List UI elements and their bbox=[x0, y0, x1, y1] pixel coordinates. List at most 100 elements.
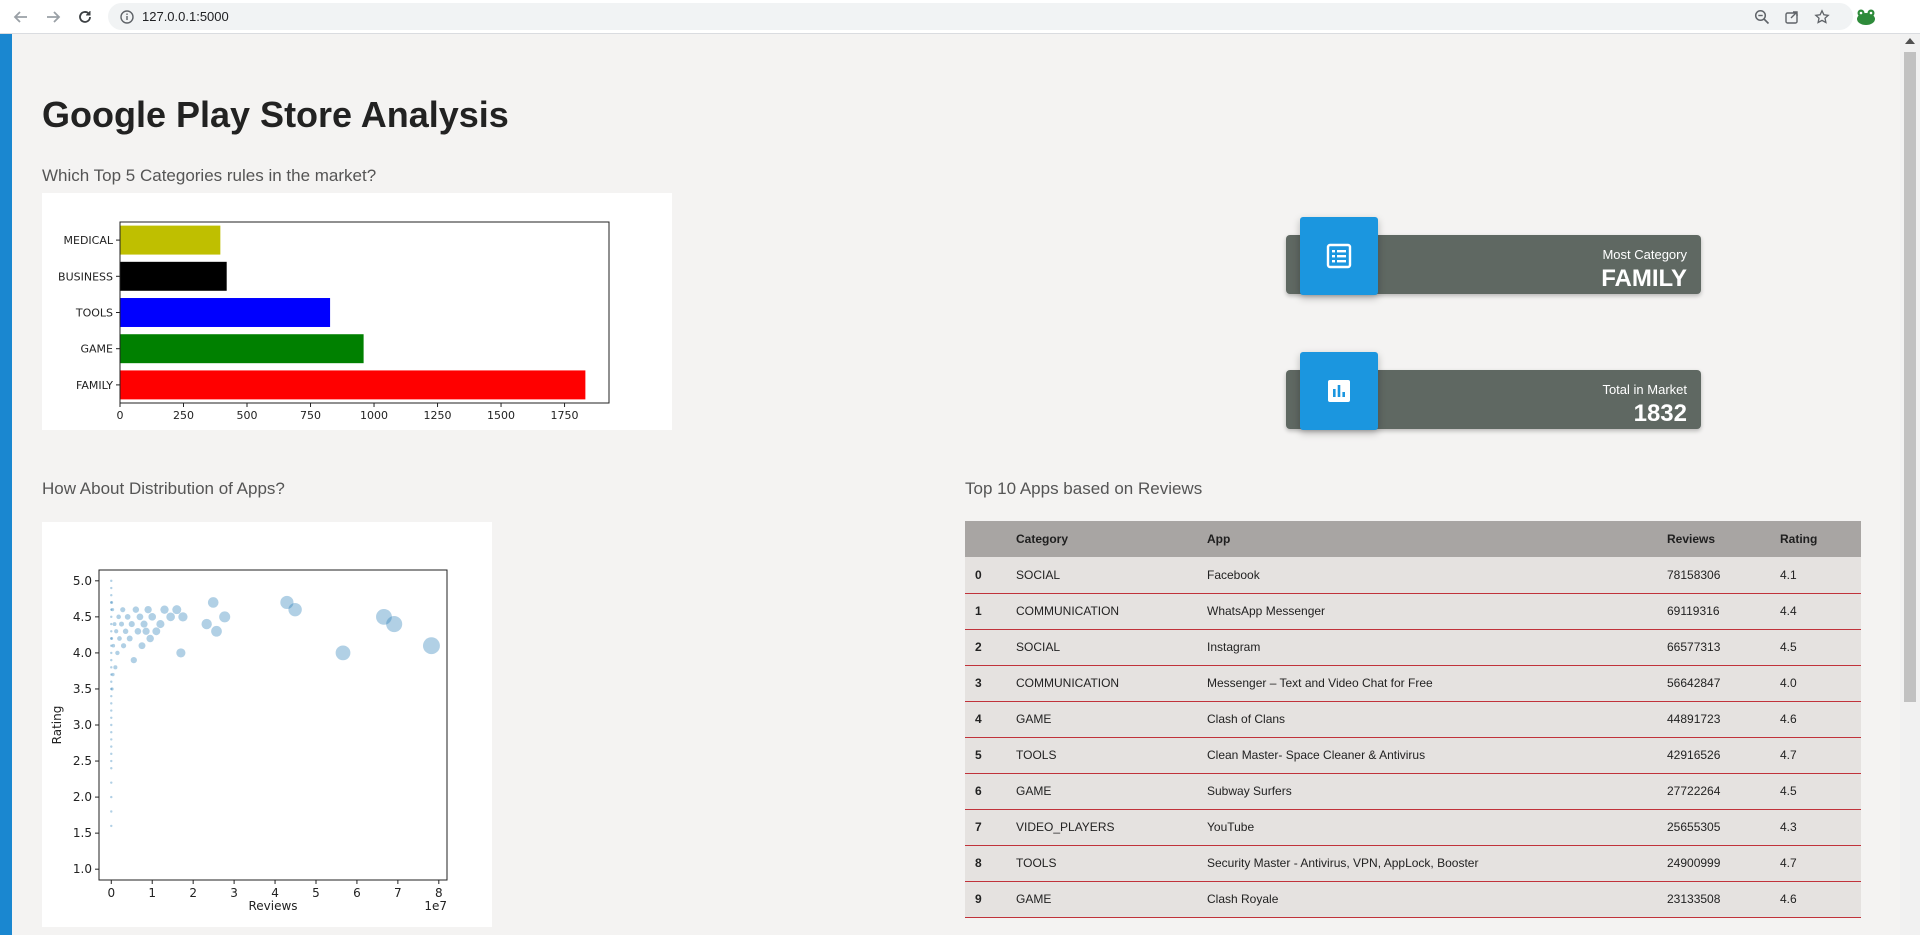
column-header-category: Category bbox=[1016, 532, 1069, 546]
scatter-point bbox=[110, 687, 113, 691]
row-app: WhatsApp Messenger bbox=[1207, 604, 1326, 618]
row-app: Clean Master- Space Cleaner & Antivirus bbox=[1207, 748, 1426, 762]
row-category: GAME bbox=[1016, 784, 1052, 798]
row-app: Facebook bbox=[1207, 567, 1260, 582]
row-category: COMMUNICATION bbox=[1016, 604, 1120, 618]
zoom-icon[interactable] bbox=[1753, 8, 1771, 26]
forward-arrow-icon[interactable] bbox=[41, 5, 65, 29]
bar-chart-svg: FAMILY GAME TOOLS BUSINESS MEDICAL 0 250 500 750… bbox=[58, 221, 610, 422]
table-row: 1 COMMUNICATION WhatsApp Messenger 69119… bbox=[965, 593, 1861, 629]
scatter-point bbox=[335, 645, 351, 661]
scatter-point bbox=[376, 608, 392, 625]
row-rating: 4.6 bbox=[1780, 892, 1797, 906]
scatter-point bbox=[110, 630, 113, 633]
y-tick-label: TOOLS bbox=[75, 307, 113, 320]
scatter-point bbox=[110, 586, 113, 590]
most-category-label: Most Category bbox=[1602, 247, 1687, 262]
row-app: Clash Royale bbox=[1207, 892, 1279, 906]
total-in-market-label: Total in Market bbox=[1602, 382, 1687, 397]
address-bar[interactable]: 127.0.0.1:5000 bbox=[108, 3, 1853, 30]
row-reviews: 42916526 bbox=[1667, 748, 1721, 762]
table-row: 4 GAME Clash of Clans 44891723 4.6 bbox=[965, 701, 1861, 737]
scatter-point bbox=[201, 618, 212, 630]
scatter-point bbox=[219, 611, 231, 623]
row-index: 8 bbox=[975, 856, 982, 870]
url-text[interactable]: 127.0.0.1:5000 bbox=[142, 9, 229, 24]
table-row: 5 TOOLS Clean Master- Space Cleaner & An… bbox=[965, 737, 1861, 773]
scatter-point bbox=[122, 628, 129, 635]
row-rating: 4.5 bbox=[1780, 784, 1797, 798]
scatter-point bbox=[110, 745, 113, 748]
info-icon[interactable] bbox=[118, 8, 136, 26]
row-reviews: 24900999 bbox=[1667, 856, 1721, 870]
back-arrow-icon[interactable] bbox=[9, 5, 33, 29]
x-axis-offset-label: 1e7 bbox=[424, 899, 447, 913]
table-row: 2 SOCIAL Instagram 66577313 4.5 bbox=[965, 629, 1861, 665]
bar-game bbox=[120, 334, 364, 364]
x-axis-label: Reviews bbox=[248, 899, 297, 913]
scatter-point bbox=[160, 605, 169, 614]
y-tick-label: 3.5 bbox=[73, 682, 92, 696]
table-row: 8 TOOLS Security Master - Antivirus, VPN… bbox=[965, 845, 1861, 881]
scatter-point bbox=[110, 615, 113, 619]
share-icon[interactable] bbox=[1783, 8, 1801, 26]
row-reviews: 69119316 bbox=[1667, 604, 1720, 618]
row-rating: 4.1 bbox=[1780, 567, 1797, 582]
table-row: 3 COMMUNICATION Messenger – Text and Vid… bbox=[965, 665, 1861, 701]
scatter-point bbox=[132, 606, 140, 613]
row-rating: 4.4 bbox=[1780, 604, 1797, 618]
scatter-point bbox=[140, 620, 148, 628]
scatter-point bbox=[280, 595, 294, 610]
distribution-heading: How About Distribution of Apps? bbox=[42, 479, 285, 498]
x-tick-label: 1500 bbox=[487, 409, 515, 422]
scrollbar[interactable] bbox=[1900, 34, 1920, 935]
scatter-point bbox=[124, 614, 131, 620]
scrollbar-thumb[interactable] bbox=[1904, 52, 1916, 702]
x-tick-label: 1 bbox=[148, 886, 156, 900]
scatter-point bbox=[178, 612, 188, 622]
scatter-point bbox=[146, 634, 154, 643]
x-tick-label: 7 bbox=[394, 886, 402, 900]
reload-icon[interactable] bbox=[73, 5, 97, 29]
row-rating: 4.7 bbox=[1780, 748, 1797, 762]
scatter-point bbox=[110, 723, 113, 727]
row-rating: 4.3 bbox=[1780, 820, 1797, 834]
extension-icon[interactable] bbox=[1854, 5, 1878, 29]
row-rating: 4.5 bbox=[1780, 640, 1797, 654]
scatter-point bbox=[110, 694, 113, 698]
x-tick-label: 2 bbox=[189, 886, 197, 900]
scatter-point bbox=[138, 642, 146, 650]
x-tick-label: 3 bbox=[230, 886, 238, 900]
column-header-reviews: Reviews bbox=[1667, 532, 1716, 546]
scatter-point bbox=[166, 612, 175, 622]
x-tick-label: 250 bbox=[173, 409, 194, 422]
scatter-point bbox=[156, 620, 165, 629]
scroll-up-arrow-icon[interactable] bbox=[1905, 38, 1915, 44]
row-reviews: 27722264 bbox=[1667, 784, 1721, 798]
row-category: COMMUNICATION bbox=[1016, 676, 1120, 690]
row-app: Security Master - Antivirus, VPN, AppLoc… bbox=[1207, 856, 1479, 870]
scatter-point bbox=[144, 605, 152, 614]
row-reviews: 44891723 bbox=[1667, 712, 1721, 726]
bar-medical bbox=[120, 225, 221, 255]
scatter-point bbox=[113, 665, 118, 670]
x-tick-label: 5 bbox=[312, 886, 320, 900]
column-header-rating: Rating bbox=[1780, 532, 1818, 546]
star-icon[interactable] bbox=[1813, 8, 1831, 26]
total-in-market-card: Total in Market 1832 bbox=[1286, 352, 1701, 430]
scatter-point bbox=[110, 702, 113, 705]
scatter-point bbox=[110, 608, 113, 611]
scatter-point bbox=[117, 636, 122, 641]
x-tick-label: 8 bbox=[435, 886, 443, 900]
page-edge-stripe bbox=[0, 34, 12, 935]
scatter-point bbox=[110, 738, 113, 741]
row-category: TOOLS bbox=[1016, 856, 1057, 870]
scatter-point bbox=[110, 658, 113, 662]
scatter-point bbox=[110, 810, 113, 813]
row-category: SOCIAL bbox=[1016, 567, 1061, 582]
row-index: 6 bbox=[975, 784, 982, 798]
scatter-point bbox=[114, 629, 119, 634]
scatter-point bbox=[172, 605, 182, 615]
x-tick-label: 1250 bbox=[424, 409, 452, 422]
row-rating: 4.6 bbox=[1780, 712, 1797, 726]
